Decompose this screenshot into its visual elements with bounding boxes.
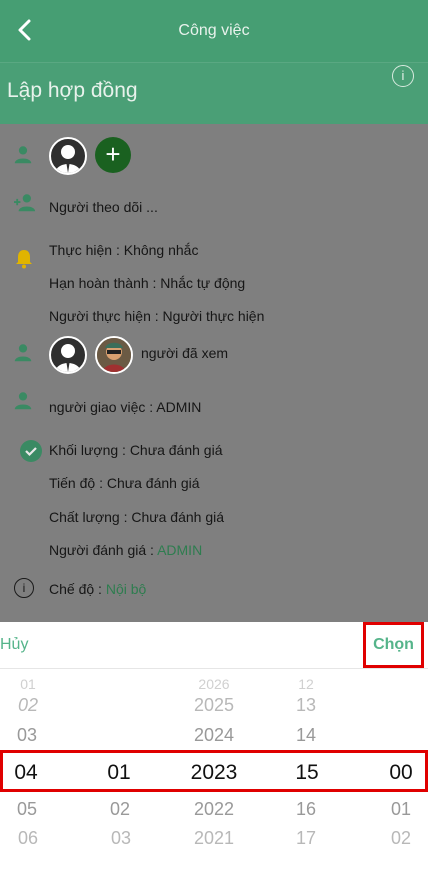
assigner-text: người giao việc : ADMIN [49, 399, 202, 415]
evaluator-value[interactable]: ADMIN [157, 542, 202, 558]
avatar[interactable] [49, 336, 87, 374]
add-participant-button[interactable]: + [95, 137, 131, 173]
person-icon [14, 392, 32, 410]
picker-col3-option[interactable]: 2025 [174, 695, 254, 716]
progress-text[interactable]: Tiến độ : Chưa đánh giá [49, 475, 200, 491]
info-icon: i [14, 578, 34, 598]
picker-col4-option[interactable]: 17 [266, 828, 346, 849]
picker-col1-option[interactable]: 02 [0, 695, 68, 716]
viewer-avatar[interactable] [95, 336, 133, 374]
viewed-label[interactable]: người đã xem [141, 345, 228, 361]
date-time-picker: Hủy Chọn 01 02 03 04 05 06 01 02 03 2026… [0, 622, 428, 871]
cancel-button[interactable]: Hủy [0, 636, 28, 654]
followers-label[interactable]: Người theo dõi ... [49, 199, 158, 215]
picker-selection-highlight [0, 750, 428, 792]
choose-label: Chọn [373, 636, 414, 653]
picker-col3-option[interactable]: 2024 [174, 725, 254, 746]
picker-col5-option[interactable]: 02 [346, 828, 428, 849]
picker-col3-option[interactable]: 2022 [174, 799, 254, 820]
volume-text[interactable]: Khối lượng : Chưa đánh giá [49, 442, 222, 458]
add-follower-icon[interactable] [12, 192, 38, 214]
choose-button[interactable]: Chọn [363, 622, 424, 668]
picker-col2-option[interactable]: 02 [80, 799, 160, 820]
info-icon[interactable]: i [392, 65, 414, 87]
mode-text[interactable]: Chế độ : Nội bộ [49, 581, 146, 597]
avatar[interactable] [49, 137, 87, 175]
deadline-text[interactable]: Hạn hoàn thành : Nhắc tự động [49, 275, 245, 291]
picker-col2-option[interactable]: 03 [81, 828, 161, 849]
picker-col4-option[interactable]: 16 [266, 799, 346, 820]
picker-col3-option[interactable]: 2021 [174, 828, 254, 849]
person-icon [14, 344, 32, 362]
mode-label: Chế độ : [49, 581, 106, 597]
assignee-text[interactable]: Người thực hiện : Người thực hiện [49, 308, 264, 324]
picker-col1-option[interactable]: 06 [0, 828, 68, 849]
picker-col3-option[interactable]: 2026 [174, 676, 254, 692]
reminder-text[interactable]: Thực hiện : Không nhắc [49, 242, 198, 258]
task-header: Lập hợp đồng i [0, 62, 428, 125]
navigation-bar: Công việc [0, 0, 428, 62]
picker-col4-option[interactable]: 12 [266, 676, 346, 692]
person-icon [14, 146, 32, 164]
picker-col1-option[interactable]: 05 [0, 799, 67, 820]
bell-icon [16, 250, 32, 269]
picker-toolbar: Hủy Chọn [0, 622, 428, 669]
evaluator-text[interactable]: Người đánh giá : ADMIN [49, 542, 202, 558]
evaluator-label: Người đánh giá : [49, 542, 158, 558]
mode-value[interactable]: Nội bộ [106, 581, 146, 597]
picker-col4-option[interactable]: 13 [266, 695, 346, 716]
picker-col1-option[interactable]: 03 [0, 725, 67, 746]
check-circle-icon [20, 440, 42, 462]
task-title: Lập hợp đồng [7, 79, 138, 102]
quality-text[interactable]: Chất lượng : Chưa đánh giá [49, 509, 224, 525]
picker-col1-option[interactable]: 01 [0, 676, 68, 692]
picker-col5-option[interactable]: 01 [346, 799, 428, 820]
picker-col4-option[interactable]: 14 [266, 725, 346, 746]
task-details: + Người theo dõi ... Thực hiện : Không n… [0, 124, 428, 622]
nav-title: Công việc [178, 22, 250, 39]
